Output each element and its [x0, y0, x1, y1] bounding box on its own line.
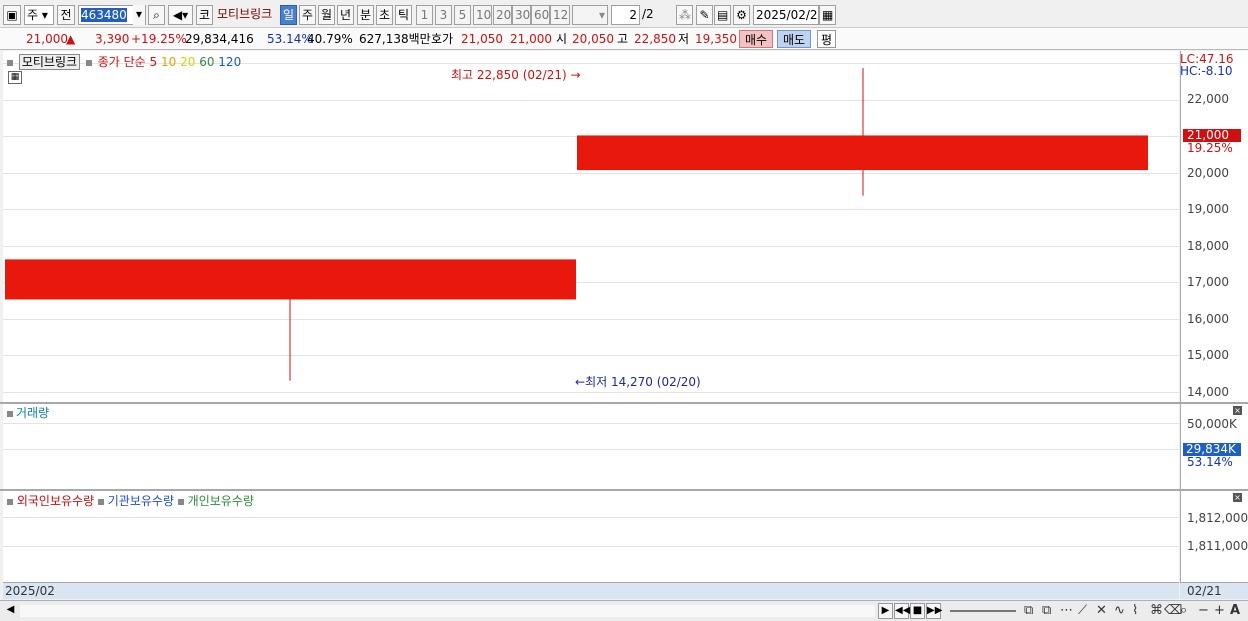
legend-institution[interactable]: 기관보유수량	[108, 494, 174, 508]
volume-panel	[3, 404, 1179, 489]
legend-box-icon	[177, 499, 184, 505]
scroll-left-icon[interactable]: ◀	[3, 603, 18, 619]
stop-icon[interactable]: ■	[910, 603, 925, 619]
fast-forward-icon[interactable]: ▶▶	[926, 603, 942, 619]
candle-body-02/20	[5, 259, 576, 300]
candle-body-02/21	[577, 135, 1148, 171]
trend-line-icon[interactable]: ⟋	[1078, 603, 1087, 618]
low-annotation-text: 최저 14,270 (02/20)	[585, 375, 701, 389]
legend-foreign[interactable]: 외국인보유수량	[17, 494, 94, 508]
arrow-right-icon: →	[570, 68, 581, 82]
x-axis-end: 02/21	[1187, 584, 1222, 598]
bottom-toolbar: ◀ ▶ ◀◀ ■ ▶▶ ⧉ ⧉ ⋯ ⟋ ✕ ∿ ⌇ ⌘ ⌫ ⌕ − + A	[0, 600, 1248, 621]
layout-split-icon[interactable]: ⧉	[1024, 603, 1033, 618]
window-copy-icon[interactable]: ⧉	[1042, 603, 1051, 618]
holding-ytick-1812000: 1,812,000	[1187, 511, 1248, 525]
wave-icon[interactable]: ∿	[1114, 603, 1125, 618]
close-panel-icon[interactable]: ×	[1233, 406, 1242, 415]
x-axis-start: 2025/02	[5, 584, 55, 598]
legend-box-icon	[7, 499, 13, 505]
crosshair-icon[interactable]: ⋯	[1060, 603, 1073, 618]
x-axis-right: 02/21	[1180, 582, 1248, 599]
zoom-icon[interactable]: ⌕	[1180, 603, 1187, 618]
font-size-icon[interactable]: A	[1230, 603, 1240, 618]
volume-pct-tag: 53.14%	[1187, 455, 1233, 469]
fibonacci-icon[interactable]: ⌇	[1132, 603, 1138, 618]
legend-box-icon	[7, 411, 13, 417]
vol-ytick-50000k: 50,000K	[1187, 417, 1237, 431]
legend-box-icon	[97, 499, 104, 505]
cross-line-icon[interactable]: ✕	[1096, 603, 1107, 618]
zoom-slider[interactable]	[950, 610, 1016, 612]
holding-ytick-1811000: 1,811,000	[1187, 539, 1248, 553]
high-annotation: 최고 22,850 (02/21) →	[451, 66, 581, 83]
volume-title: 거래량	[7, 404, 49, 421]
holding-legend: 외국인보유수량 기관보유수량 개인보유수량	[7, 492, 254, 509]
holding-axis	[1180, 491, 1248, 582]
high-annotation-text: 최고 22,850 (02/21)	[451, 68, 567, 82]
close-panel-icon[interactable]: ×	[1233, 493, 1242, 502]
volume-title-text[interactable]: 거래량	[16, 406, 49, 420]
scroll-right-icon[interactable]: ▶	[878, 603, 893, 619]
zoom-in-icon[interactable]: +	[1214, 603, 1225, 618]
rewind-icon[interactable]: ◀◀	[894, 603, 910, 619]
arrow-left-icon: ←	[575, 375, 586, 389]
legend-individual[interactable]: 개인보유수량	[188, 494, 254, 508]
horizontal-scrollbar[interactable]	[20, 605, 875, 617]
x-axis: 2025/02	[3, 582, 1179, 599]
zoom-out-icon[interactable]: −	[1198, 603, 1209, 618]
pattern-icon[interactable]: ⌘	[1150, 603, 1163, 618]
low-annotation: ←최저 14,270 (02/20)	[575, 373, 701, 390]
